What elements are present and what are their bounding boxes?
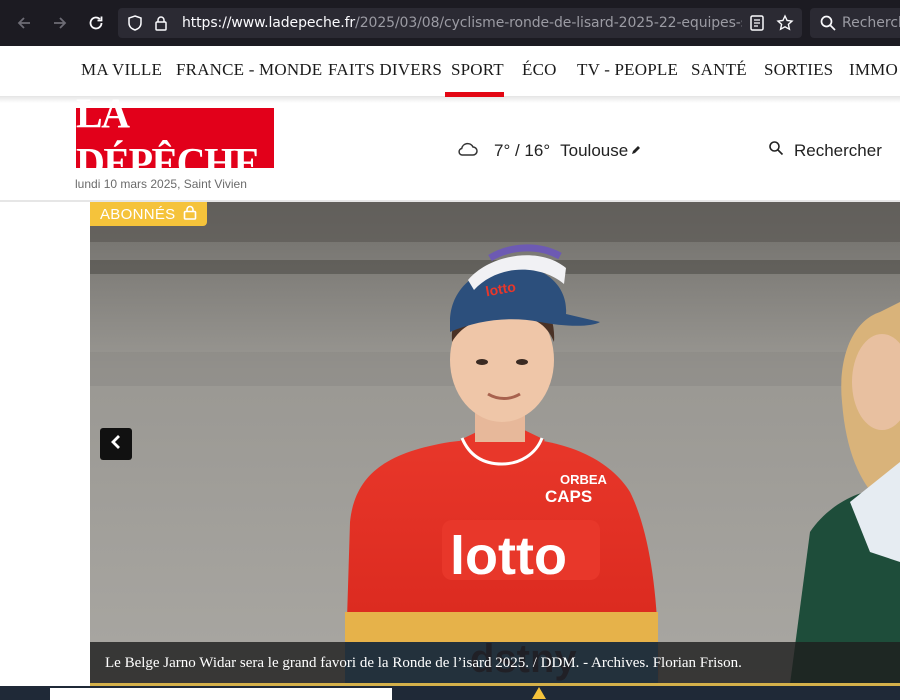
weather-widget[interactable]: 7° / 16° Toulouse	[456, 140, 642, 162]
lock-icon	[183, 205, 197, 224]
bookmark-star-icon[interactable]	[776, 14, 794, 32]
logo-text: LA DÉPÊCHE	[76, 89, 260, 187]
search-icon	[819, 14, 837, 32]
url-text[interactable]: https://www.ladepeche.fr/2025/03/08/cycl…	[182, 15, 742, 31]
warning-icon	[532, 687, 546, 699]
nav-sport[interactable]: SPORT	[451, 60, 504, 80]
nav-sante[interactable]: SANTÉ	[691, 60, 747, 80]
nav-sorties[interactable]: SORTIES	[764, 60, 833, 80]
back-icon[interactable]	[12, 11, 36, 35]
nav-immo[interactable]: IMMO	[849, 60, 898, 80]
weather-temps: 7° / 16°	[494, 141, 551, 160]
subscriber-badge: ABONNÉS	[90, 202, 208, 226]
nav-tv-people[interactable]: TV - PEOPLE	[577, 60, 678, 80]
article-photo[interactable]: ORBEA CAPS lotto dstny lotto	[90, 202, 900, 684]
photo-caption: Le Belge Jarno Widar sera le grand favor…	[90, 642, 900, 684]
reader-view-icon[interactable]	[748, 14, 766, 32]
nav-france-monde[interactable]: FRANCE - MONDE	[176, 60, 322, 80]
search-icon	[768, 140, 784, 161]
cloud-icon	[456, 141, 478, 162]
nav-faits-divers[interactable]: FAITS DIVERS	[328, 60, 442, 80]
url-path: /2025/03/08/cyclisme-ronde-de-lisard-202…	[355, 15, 742, 31]
nav-ma-ville[interactable]: MA VILLE	[81, 60, 162, 80]
search-label: Rechercher	[794, 140, 882, 160]
jersey-brand-label: ORBEA	[560, 472, 608, 487]
site-logo[interactable]: LA DÉPÊCHE	[76, 90, 274, 186]
browser-toolbar: https://www.ladepeche.fr/2025/03/08/cycl…	[0, 0, 900, 46]
nav-eco[interactable]: ÉCO	[522, 60, 557, 80]
photo-illustration: ORBEA CAPS lotto dstny lotto	[90, 202, 900, 684]
weather-city: Toulouse	[560, 141, 629, 160]
jersey-partner-label: CAPS	[545, 487, 592, 506]
badge-label: ABONNÉS	[100, 205, 176, 223]
shield-icon[interactable]	[126, 14, 144, 32]
date-line: lundi 10 mars 2025, Saint Vivien	[75, 177, 247, 191]
address-bar[interactable]: https://www.ladepeche.fr/2025/03/08/cycl…	[118, 8, 802, 38]
browser-search-input[interactable]: Recherche	[810, 8, 900, 38]
search-placeholder: Recherche	[842, 15, 900, 31]
reload-icon[interactable]	[84, 11, 108, 35]
taskbar-pane	[50, 688, 392, 700]
jersey-sponsor-label: lotto	[450, 526, 567, 586]
forward-icon[interactable]	[48, 11, 72, 35]
bottom-taskbar	[0, 686, 900, 700]
pencil-icon[interactable]	[630, 141, 642, 161]
header-search-button[interactable]: Rechercher	[768, 140, 882, 161]
chevron-left-icon	[109, 434, 123, 455]
carousel-prev-button[interactable]	[100, 428, 132, 460]
lock-icon[interactable]	[152, 14, 170, 32]
url-domain: https://www.ladepeche.fr	[182, 15, 356, 31]
